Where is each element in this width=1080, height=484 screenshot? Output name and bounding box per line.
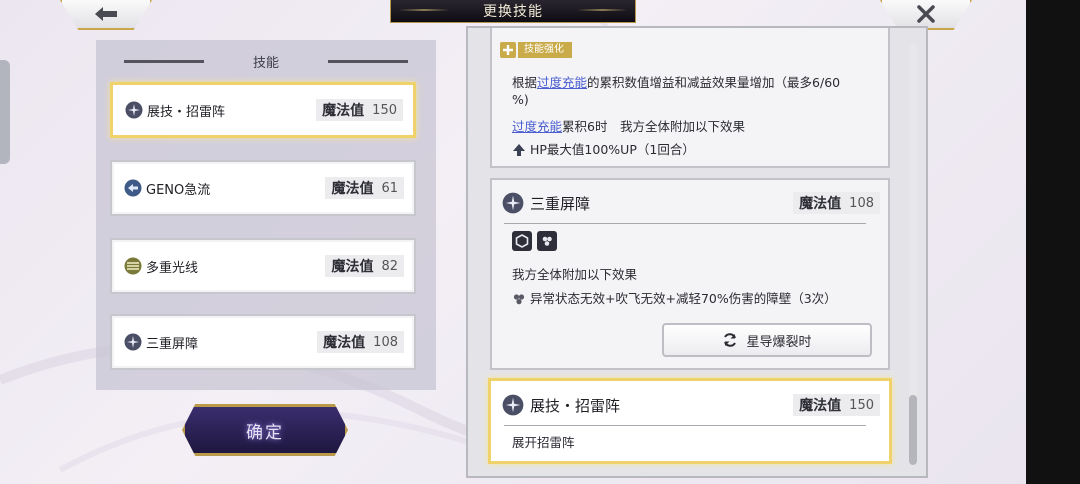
skill-name: 展技・招雷阵: [147, 104, 226, 120]
confirm-button[interactable]: 确定: [182, 404, 348, 456]
card-title-row: 三重屏障 魔法值 108: [502, 192, 880, 214]
title-ornament: [399, 9, 449, 11]
hexagon-barrier-icon: [512, 231, 532, 251]
plus-icon: [500, 42, 516, 58]
skill-enhance-tag: 技能强化: [500, 41, 572, 59]
multi-beam-icon: [124, 257, 142, 275]
mp-value: 61: [381, 180, 398, 196]
skill-name: GENO急流: [146, 182, 211, 198]
confirm-label: 确定: [246, 422, 284, 443]
mp-cost: 魔法值 108: [317, 331, 404, 353]
trigger-label: 星导爆裂时: [746, 334, 812, 350]
arrow-left-icon: [95, 7, 117, 21]
effect-line: 异常状态无效+吹飞无效+减轻70%伤害的障壁（3次）: [512, 290, 880, 307]
page-title: 更换技能: [390, 0, 636, 23]
text-segment: 的累积数值增益和减益效果量增加（最多6/60: [587, 75, 841, 90]
close-x-icon: [917, 5, 935, 23]
skill-enhance-label: 技能强化: [518, 42, 572, 58]
skill-item-sanchongpingzhang[interactable]: 三重屏障 魔法值 108: [110, 314, 416, 370]
detail-scrollbar-thumb[interactable]: [909, 395, 917, 465]
shield-burst-icon: [502, 394, 524, 416]
mp-value: 108: [849, 195, 874, 211]
refresh-icon: [724, 333, 737, 347]
cluster-shield-icon: [537, 231, 557, 251]
card-title-row: 展技・招雷阵 魔法值 150: [502, 394, 880, 416]
text-segment: HP最大值100%UP（1回合）: [530, 142, 695, 157]
overcharge-link[interactable]: 过度充能: [537, 75, 587, 90]
effect-header: 我方全体附加以下效果: [512, 267, 638, 282]
skill-name: 三重屏障: [146, 336, 199, 352]
text-segment: 根据: [512, 75, 538, 90]
mp-label: 魔法值: [322, 103, 365, 119]
screen-edge: [1026, 0, 1080, 484]
shield-burst-icon: [502, 192, 524, 214]
mp-label: 魔法值: [799, 398, 842, 414]
trigger-condition-button[interactable]: 星导爆裂时: [662, 323, 872, 357]
mp-cost: 魔法值 61: [325, 177, 404, 199]
card-title: 三重屏障: [530, 194, 591, 213]
side-drawer-handle[interactable]: [0, 60, 10, 164]
arrow-left-circle-icon: [124, 179, 142, 197]
skill-item-duochongguangxian[interactable]: 多重光线 魔法值 82: [110, 238, 416, 294]
enhance-description: 根据过度充能的累积数值增益和减益效果量增加（最多6/60 %): [512, 74, 880, 108]
back-button[interactable]: [60, 0, 152, 30]
shield-burst-icon: [124, 333, 142, 351]
mp-value: 108: [373, 334, 398, 350]
up-arrow-icon: [513, 143, 525, 156]
heading-ornament: [328, 60, 408, 63]
mp-label: 魔法值: [799, 196, 842, 212]
card-title: 展技・招雷阵: [530, 396, 621, 415]
mp-label: 魔法值: [331, 259, 374, 275]
mp-value: 82: [381, 258, 398, 274]
skill-detail-card-zhaoleizhen: [488, 378, 892, 464]
text-segment: %): [512, 92, 529, 107]
cluster-shield-icon: [513, 293, 525, 304]
skill-description: 展开招雷阵: [512, 435, 575, 450]
page-title-text: 更换技能: [483, 4, 543, 20]
divider: [504, 425, 866, 426]
skill-name: 多重光线: [146, 260, 199, 276]
mp-label: 魔法值: [323, 335, 366, 351]
text-segment: 异常状态无效+吹飞无效+减轻70%伤害的障壁（3次）: [530, 291, 837, 306]
mp-cost: 魔法值 150: [793, 394, 880, 416]
text-segment: 累积6时 我方全体附加以下效果: [562, 119, 745, 134]
mp-cost: 魔法值 150: [316, 99, 403, 121]
divider: [504, 223, 866, 224]
mp-value: 150: [849, 397, 874, 413]
skill-item-geno[interactable]: GENO急流 魔法值 61: [110, 160, 416, 216]
mp-cost: 魔法值 82: [325, 255, 404, 277]
mp-value: 150: [372, 102, 397, 118]
skill-item-zhaoleizhen[interactable]: 展技・招雷阵 魔法值 150: [110, 82, 416, 138]
overcharge-link[interactable]: 过度充能: [512, 119, 562, 134]
mp-label: 魔法值: [331, 181, 374, 197]
title-ornament: [577, 9, 627, 11]
enhance-condition: 过度充能累积6时 我方全体附加以下效果: [512, 118, 880, 135]
shield-burst-icon: [125, 101, 143, 119]
enhance-effect: HP最大值100%UP（1回合）: [512, 141, 880, 158]
mp-cost: 魔法值 108: [793, 192, 880, 214]
